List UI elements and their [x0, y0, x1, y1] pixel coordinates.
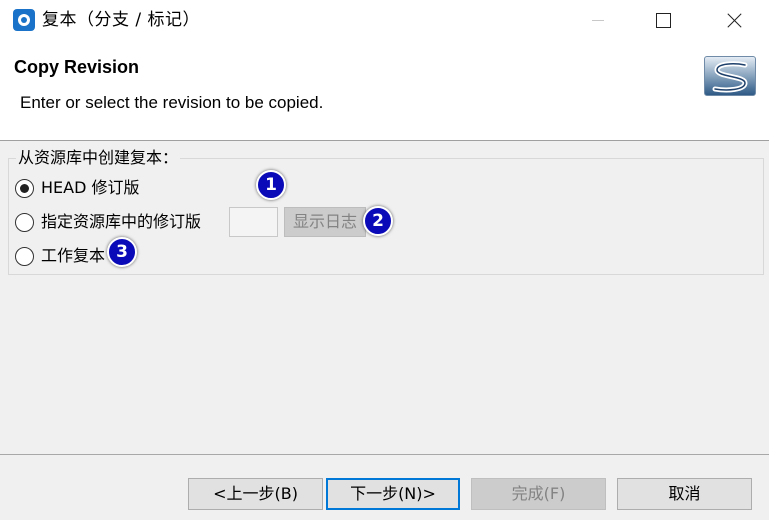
next-button[interactable]: 下一步(N)>	[326, 478, 460, 510]
cancel-button[interactable]: 取消	[617, 478, 752, 510]
page-title: Copy Revision	[14, 57, 140, 77]
specific-revision-label: 指定资源库中的修订版	[41, 212, 202, 231]
wizard-header: Copy Revision Enter or select the revisi…	[0, 40, 769, 141]
working-copy-radio[interactable]	[15, 246, 34, 266]
app-icon	[13, 9, 35, 31]
maximize-icon[interactable]	[640, 0, 686, 40]
specific-revision-option[interactable]: 指定资源库中的修订版	[15, 210, 201, 234]
group-legend: 从资源库中创建复本：	[16, 148, 181, 168]
close-icon[interactable]	[712, 0, 758, 40]
annotation-badge-2: 2	[363, 206, 393, 236]
annotation-badge-3: 3	[107, 237, 137, 267]
head-revision-radio[interactable]	[15, 178, 34, 198]
minimize-icon[interactable]	[575, 0, 621, 40]
working-copy-label: 工作复本	[41, 246, 106, 265]
working-copy-option[interactable]: 工作复本	[15, 244, 105, 268]
back-button[interactable]: <上一步(B)	[188, 478, 323, 510]
page-description: Enter or select the revision to be copie…	[20, 93, 324, 112]
finish-button[interactable]: 完成(F)	[471, 478, 606, 510]
footer-divider	[0, 454, 769, 455]
head-revision-label: HEAD 修订版	[41, 178, 140, 197]
annotation-badge-1: 1	[256, 170, 286, 200]
show-log-button[interactable]: 显示日志	[284, 207, 366, 237]
window-title: 复本（分支 / 标记）	[42, 10, 201, 30]
subversion-s-logo-icon	[704, 56, 756, 96]
specific-revision-radio[interactable]	[15, 212, 34, 232]
revision-input[interactable]	[229, 207, 278, 237]
title-bar: 复本（分支 / 标记）	[0, 0, 769, 40]
head-revision-option[interactable]: HEAD 修订版	[15, 176, 140, 200]
